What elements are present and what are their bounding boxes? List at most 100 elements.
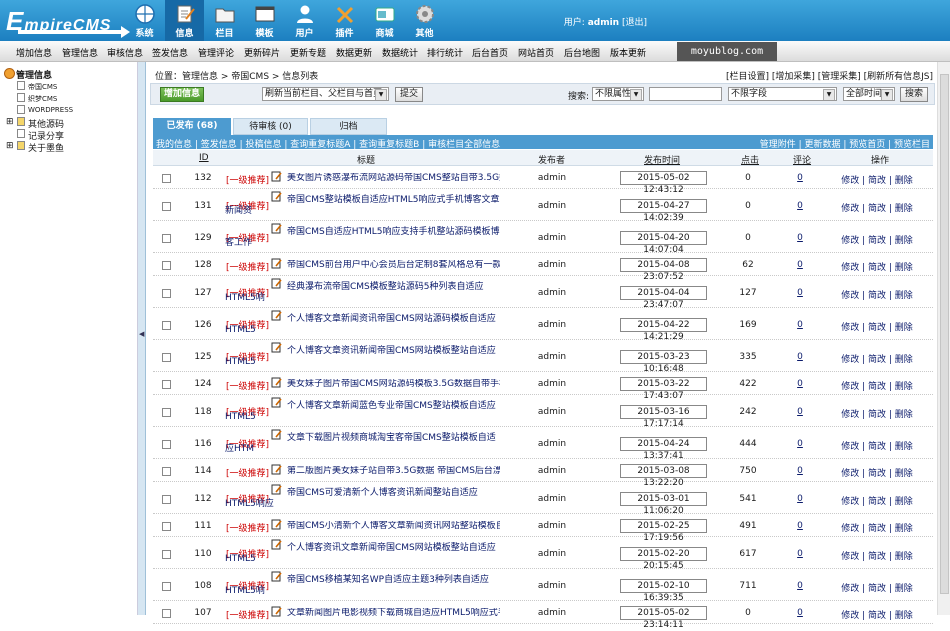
sidebar-item[interactable]: 织梦CMS	[28, 94, 57, 104]
row-checkbox[interactable]	[162, 408, 171, 417]
row-actions[interactable]: 修改 | 简改 | 删除	[837, 407, 917, 420]
expand-icon[interactable]: ⊞	[6, 117, 14, 127]
row-comments-link[interactable]: 0	[783, 581, 817, 591]
row-comments-link[interactable]: 0	[783, 466, 817, 476]
row-title-link[interactable]: 个人博客文章资讯新闻帝国CMS网站模板整站自适应HTML5	[225, 346, 500, 368]
search-button[interactable]: 搜索	[900, 87, 928, 102]
field-select[interactable]: 不限字段	[728, 87, 837, 101]
top-links[interactable]: [栏目设置] [增加采集] [管理采集] [刷新所有信息JS]	[726, 69, 933, 82]
sidebar-splitter[interactable]: ◀	[138, 62, 146, 615]
menu-item[interactable]: 数据统计	[382, 46, 418, 59]
row-checkbox[interactable]	[162, 582, 171, 591]
row-checkbox[interactable]	[162, 440, 171, 449]
row-checkbox[interactable]	[162, 467, 171, 476]
row-title-link[interactable]: 帝国CMS移植某知名WP自适应主题3种列表自适应HTML5响	[225, 575, 500, 597]
row-comments-link[interactable]: 0	[783, 173, 817, 183]
logout-link[interactable]: [退出]	[622, 18, 647, 28]
row-title-link[interactable]: 帝国CMS整站模板自适应HTML5响应式手机博客文章新闻资	[225, 195, 500, 217]
row-actions[interactable]: 修改 | 简改 | 删除	[837, 439, 917, 452]
menu-item[interactable]: 版本更新	[610, 46, 646, 59]
row-date-field[interactable]: 2015-05-02 12:43:12	[620, 171, 707, 195]
nav-gear[interactable]: 其他	[405, 0, 444, 41]
row-checkbox[interactable]	[162, 261, 171, 270]
sidebar-root[interactable]: 管理信息	[16, 68, 52, 81]
vertical-scrollbar[interactable]	[937, 62, 950, 615]
row-title-link[interactable]: 经典瀑布流帝国CMS模板整站源码5种列表自适应HTML5响	[225, 282, 500, 304]
row-date-field[interactable]: 2015-03-01 11:06:20	[620, 492, 707, 516]
row-checkbox[interactable]	[162, 202, 171, 211]
row-checkbox[interactable]	[162, 380, 171, 389]
row-date-field[interactable]: 2015-03-16 17:17:14	[620, 405, 707, 429]
sidebar-item[interactable]: WORDPRESS	[28, 106, 73, 114]
row-checkbox[interactable]	[162, 289, 171, 298]
menu-item[interactable]: 审核信息	[107, 46, 143, 59]
row-title-link[interactable]: 帝国CMS前台用户中心会员后台定制8套风格总有一款你喜	[225, 260, 500, 271]
row-actions[interactable]: 修改 | 简改 | 删除	[837, 352, 917, 365]
row-comments-link[interactable]: 0	[783, 608, 817, 618]
menu-item[interactable]: 签发信息	[152, 46, 188, 59]
row-checkbox[interactable]	[162, 550, 171, 559]
row-date-field[interactable]: 2015-03-23 10:16:48	[620, 350, 707, 374]
row-checkbox[interactable]	[162, 609, 171, 618]
row-date-field[interactable]: 2015-02-25 17:19:56	[620, 519, 707, 543]
row-comments-link[interactable]: 0	[783, 288, 817, 298]
menu-item[interactable]: 网站首页	[518, 46, 554, 59]
row-title-link[interactable]: 帝国CMS可爱清新个人博客资讯新闻整站自适应HTML5响应	[225, 488, 500, 510]
row-actions[interactable]: 修改 | 简改 | 删除	[837, 581, 917, 594]
row-comments-link[interactable]: 0	[783, 233, 817, 243]
menu-item[interactable]: 后台首页	[472, 46, 508, 59]
row-checkbox[interactable]	[162, 174, 171, 183]
expand-icon[interactable]: ⊞	[6, 141, 14, 151]
row-title-link[interactable]: 美女图片诱惑瀑布流网站源码帝国CMS整站自带3.5G数据	[225, 173, 500, 184]
row-date-field[interactable]: 2015-04-04 23:47:07	[620, 286, 707, 310]
row-comments-link[interactable]: 0	[783, 352, 817, 362]
col-time[interactable]: 发布时间	[644, 153, 680, 166]
row-date-field[interactable]: 2015-02-10 16:39:35	[620, 579, 707, 603]
menu-item[interactable]: 增加信息	[16, 46, 52, 59]
row-title-link[interactable]: 帝国CMS自适应HTML5响应支持手机整站源码模板博客工作	[225, 227, 500, 249]
tab-0[interactable]: 已发布 (68)	[153, 118, 231, 135]
row-checkbox[interactable]	[162, 495, 171, 504]
row-actions[interactable]: 修改 | 简改 | 删除	[837, 233, 917, 246]
row-title-link[interactable]: 个人博客资讯文章新闻帝国CMS网站模板整站自适应HTML5	[225, 543, 500, 565]
tab-1[interactable]: 待审核 (0)	[233, 118, 308, 135]
row-date-field[interactable]: 2015-04-24 13:37:41	[620, 437, 707, 461]
row-actions[interactable]: 修改 | 简改 | 删除	[837, 201, 917, 214]
menu-item[interactable]: 后台地图	[564, 46, 600, 59]
row-title-link[interactable]: 文章下载图片视频商城淘宝客帝国CMS整站模板自适应HTM	[225, 433, 500, 455]
refresh-select[interactable]: 刷新当前栏目、父栏目与首页	[262, 87, 389, 101]
row-title-link[interactable]: 美女妹子图片帝国CMS网站源码模板3.5G数据自带手机网	[225, 379, 500, 390]
nav-template-window[interactable]: 模板	[245, 0, 284, 41]
col-clicks[interactable]: 点击	[741, 153, 759, 166]
scroll-thumb[interactable]	[940, 74, 949, 594]
row-title-link[interactable]: 帝国CMS小清新个人博客文章新闻资讯网站整站模板自适	[225, 521, 500, 532]
sidebar-item[interactable]: 关于墨鱼	[28, 141, 64, 154]
row-actions[interactable]: 修改 | 简改 | 删除	[837, 549, 917, 562]
action-links-right[interactable]: 管理附件 | 更新数据 | 预览首页 | 预览栏目	[760, 137, 930, 150]
row-actions[interactable]: 修改 | 简改 | 删除	[837, 288, 917, 301]
row-comments-link[interactable]: 0	[783, 379, 817, 389]
row-checkbox[interactable]	[162, 522, 171, 531]
search-input[interactable]	[649, 87, 722, 101]
nav-document-edit[interactable]: 信息	[165, 0, 204, 41]
row-checkbox[interactable]	[162, 234, 171, 243]
row-comments-link[interactable]: 0	[783, 494, 817, 504]
row-date-field[interactable]: 2015-04-08 23:07:52	[620, 258, 707, 282]
attribute-select[interactable]: 不限属性	[592, 87, 644, 101]
row-actions[interactable]: 修改 | 简改 | 删除	[837, 494, 917, 507]
row-comments-link[interactable]: 0	[783, 260, 817, 270]
menu-item[interactable]: 更新碎片	[244, 46, 280, 59]
row-date-field[interactable]: 2015-04-22 14:21:29	[620, 318, 707, 342]
row-comments-link[interactable]: 0	[783, 549, 817, 559]
nav-folder[interactable]: 栏目	[205, 0, 244, 41]
row-date-field[interactable]: 2015-03-22 17:43:07	[620, 377, 707, 401]
nav-tools[interactable]: 插件	[325, 0, 364, 41]
nav-shop-card[interactable]: 商城	[365, 0, 404, 41]
row-title-link[interactable]: 第二版图片美女妹子站自带3.5G数据 帝国CMS后台漂亮大	[225, 466, 500, 477]
row-title-link[interactable]: 文章新闻图片电影视频下载商城自适应HTML5响应式手机	[225, 608, 500, 619]
menu-item[interactable]: 排行统计	[427, 46, 463, 59]
col-id[interactable]: ID	[199, 153, 209, 163]
row-actions[interactable]: 修改 | 简改 | 删除	[837, 379, 917, 392]
menu-item[interactable]: 更新专题	[290, 46, 326, 59]
add-info-button[interactable]: 增加信息	[160, 87, 204, 102]
